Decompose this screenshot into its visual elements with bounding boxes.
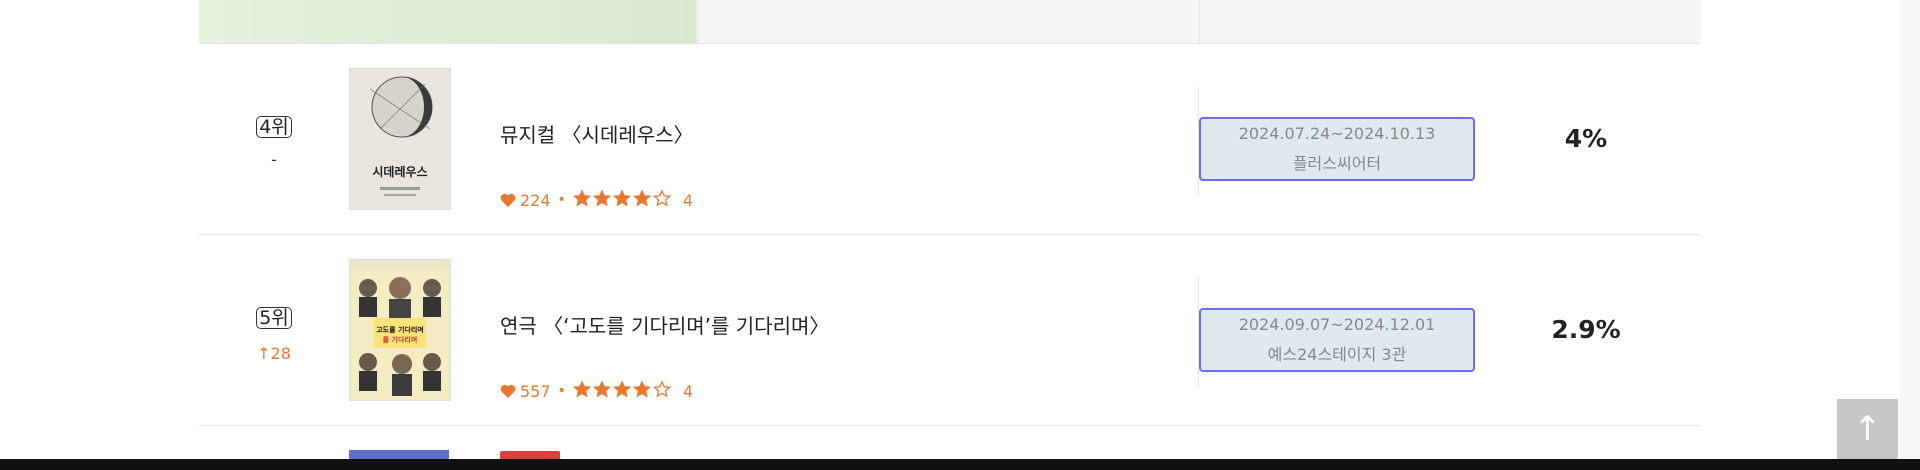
star-filled-icon [592, 190, 611, 206]
rating-value: 4 [682, 381, 693, 401]
period-box: 2024.09.07~2024.12.01 예스24스테이지 3관 [1199, 308, 1475, 372]
rank-label: 4위 [256, 116, 292, 138]
rating-stars [572, 190, 673, 210]
share-percent: 2.9% [1551, 315, 1621, 344]
svg-text:를 기다리며: 를 기다리며 [383, 335, 418, 344]
rank-change: ↑28 [257, 344, 291, 363]
rank-badge: 4위 [239, 116, 309, 138]
heart-icon [500, 193, 516, 207]
rank-label: 5위 [256, 307, 292, 329]
bottom-bar [0, 459, 1920, 470]
star-filled-icon [612, 190, 631, 206]
rating-value: 4 [682, 190, 693, 210]
header-cell-right [1199, 0, 1701, 43]
show-meta: 224 • 4 [500, 190, 693, 210]
rank-change: - [271, 150, 277, 169]
page-scrollbar[interactable] [1900, 0, 1920, 459]
rating-stars [572, 381, 673, 401]
star-filled-icon [612, 381, 631, 397]
like-count: 557 [520, 381, 551, 401]
row-divider [199, 234, 1700, 235]
heart-icon [500, 384, 516, 398]
next-badge [500, 451, 560, 459]
row-divider [199, 425, 1700, 426]
svg-text:시데레우스: 시데레우스 [372, 164, 427, 179]
star-empty-icon [652, 381, 671, 397]
star-filled-icon [632, 190, 651, 206]
star-filled-icon [592, 381, 611, 397]
poster-art: 고도를 기다리며 를 기다리며 [350, 260, 450, 400]
arrow-up-icon: ↑ [1853, 409, 1882, 449]
period-dates: 2024.09.07~2024.12.01 [1238, 315, 1436, 334]
show-title[interactable]: 뮤지컬 〈시데레우스〉 [500, 119, 694, 148]
period-dates: 2024.07.24~2024.10.13 [1238, 124, 1436, 143]
star-empty-icon [652, 190, 671, 206]
rank-badge: 5위 [239, 307, 309, 329]
share-percent: 4% [1564, 124, 1608, 153]
venue-name: 플러스씨어터 [1292, 154, 1382, 173]
header-cell-green [199, 0, 697, 43]
star-filled-icon [572, 190, 591, 206]
star-filled-icon [572, 381, 591, 397]
header-cell-middle [698, 0, 1199, 43]
period-box: 2024.07.24~2024.10.13 플러스씨어터 [1199, 117, 1475, 181]
poster-image[interactable]: 시데레우스 [349, 68, 451, 210]
star-filled-icon [632, 381, 651, 397]
separator-dot: • [557, 192, 566, 208]
like-count: 224 [520, 190, 551, 210]
separator-dot: • [557, 383, 566, 399]
show-meta: 557 • 4 [500, 381, 693, 401]
show-title[interactable]: 연극 〈‘고도를 기다리며’를 기다리며〉 [500, 310, 829, 339]
poster-image[interactable]: 고도를 기다리며 를 기다리며 [349, 259, 451, 401]
next-poster-image[interactable] [349, 450, 449, 459]
svg-text:고도를 기다리며: 고도를 기다리며 [376, 325, 424, 334]
scroll-top-button[interactable]: ↑ [1837, 399, 1898, 460]
header-divider [199, 43, 1700, 44]
venue-name: 예스24스테이지 3관 [1267, 345, 1407, 364]
poster-art: 시데레우스 [350, 69, 450, 209]
